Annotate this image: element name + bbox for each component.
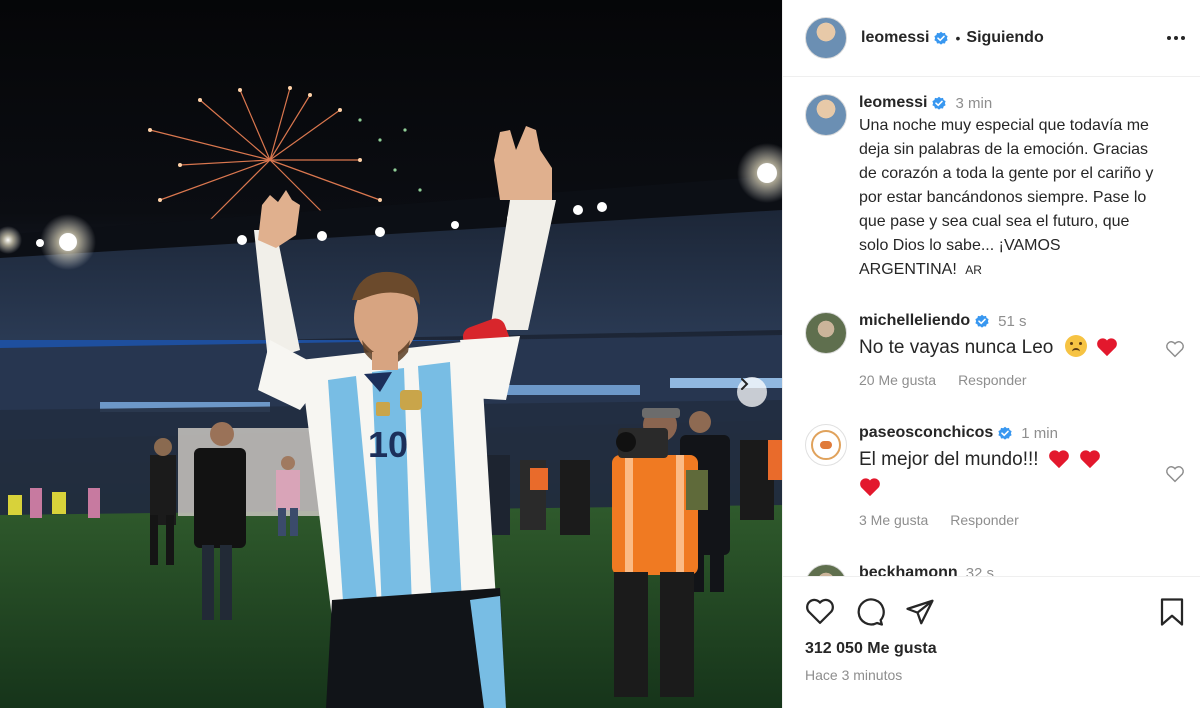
comment-like-heart-icon[interactable] <box>1165 465 1185 488</box>
caption-time: 3 min <box>955 94 993 112</box>
flag-tag: AR <box>965 263 982 277</box>
comment-likes[interactable]: 3 Me gusta <box>859 512 928 528</box>
comment-like-heart-icon[interactable] <box>1165 340 1185 363</box>
comment-text: El mejor del mundo!!! <box>859 449 1039 470</box>
caption-username[interactable]: leomessi <box>859 94 927 112</box>
comment-item: paseosconchicos 1 min El mejor del mundo… <box>805 424 1185 528</box>
author-avatar[interactable] <box>805 17 847 59</box>
sad-face-emoji-icon <box>1064 335 1087 357</box>
verified-badge-icon <box>933 30 949 46</box>
comments-list[interactable]: leomessi 3 min Una noche muy especial qu… <box>783 78 1200 576</box>
red-heart-emoji-icon <box>860 478 880 497</box>
share-icon[interactable] <box>905 597 935 627</box>
verified-badge-icon <box>997 425 1013 441</box>
separator-dot: • <box>955 30 961 46</box>
comment-time: 32 s <box>965 564 995 577</box>
post-timestamp: Hace 3 minutos <box>805 667 903 683</box>
stadium-scene: 10 <box>0 86 782 708</box>
likes-count[interactable]: 312 050 Me gusta <box>805 640 937 658</box>
reply-button[interactable]: Responder <box>950 512 1019 528</box>
follow-status-button[interactable]: Siguiendo <box>966 29 1043 47</box>
comment-icon[interactable] <box>855 597 885 627</box>
comment-avatar[interactable] <box>805 312 847 354</box>
verified-badge-icon <box>974 313 990 329</box>
bookmark-icon[interactable] <box>1159 597 1185 627</box>
heart-icon[interactable] <box>805 597 835 627</box>
chevron-right-icon <box>741 378 749 390</box>
comment-avatar[interactable] <box>805 564 847 576</box>
jersey-number: 10 <box>368 424 408 465</box>
post-side-panel: leomessi • Siguiendo leomessi 3 min Una … <box>782 0 1200 708</box>
comment-likes[interactable]: 20 Me gusta <box>859 372 936 388</box>
comment-username[interactable]: paseosconchicos <box>859 424 993 442</box>
comment-item: michelleliendo 51 s No te vayas nunca Le… <box>805 312 1185 388</box>
author-username[interactable]: leomessi <box>861 29 929 47</box>
more-options-icon[interactable] <box>1165 27 1187 54</box>
comment-time: 51 s <box>998 312 1027 330</box>
red-heart-emoji-icon <box>1080 450 1100 469</box>
comment-text: No te vayas nunca Leo <box>859 337 1054 358</box>
post-header: leomessi • Siguiendo <box>783 0 1200 77</box>
caption-avatar[interactable] <box>805 94 847 136</box>
comment-username[interactable]: michelleliendo <box>859 312 970 330</box>
red-heart-emoji-icon <box>1097 338 1117 357</box>
next-photo-button[interactable] <box>737 377 767 407</box>
post-photo[interactable]: 10 <box>0 0 782 708</box>
caption: leomessi 3 min Una noche muy especial qu… <box>805 94 1185 282</box>
caption-text: Una noche muy especial que todavía me de… <box>859 117 1154 278</box>
verified-badge-icon <box>931 95 947 111</box>
reply-button[interactable]: Responder <box>958 372 1027 388</box>
post-actions: 312 050 Me gusta Hace 3 minutos <box>783 576 1200 708</box>
comment-username[interactable]: beckhamonn <box>859 564 958 576</box>
comment-item: beckhamonn 32 s <box>805 564 1185 576</box>
comment-time: 1 min <box>1021 424 1058 442</box>
comment-avatar[interactable] <box>805 424 847 466</box>
red-heart-emoji-icon <box>1048 450 1069 469</box>
